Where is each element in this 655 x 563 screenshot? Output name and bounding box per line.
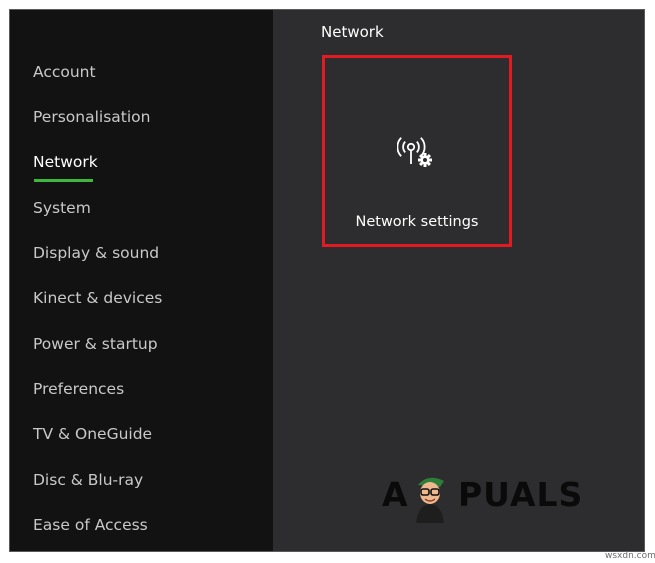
sidebar-item-account[interactable]: Account: [33, 62, 96, 82]
sidebar-item-disc-bluray[interactable]: Disc & Blu-ray: [33, 470, 143, 490]
sidebar-item-kinect-devices[interactable]: Kinect & devices: [33, 288, 162, 308]
mascot-icon: [416, 477, 444, 523]
active-tab-indicator: [34, 179, 93, 182]
sidebar-item-personalisation[interactable]: Personalisation: [33, 107, 150, 127]
page-title: Network: [321, 23, 384, 41]
sidebar-item-power-startup[interactable]: Power & startup: [33, 334, 158, 354]
network-settings-tile[interactable]: Network settings: [322, 55, 512, 247]
appuals-watermark: A PUALS: [382, 465, 597, 529]
sidebar-item-tv-oneguide[interactable]: TV & OneGuide: [33, 424, 152, 444]
sidebar-item-display-sound[interactable]: Display & sound: [33, 243, 159, 263]
settings-window: Account Personalisation Network System D…: [9, 9, 645, 552]
sidebar-item-preferences[interactable]: Preferences: [33, 379, 124, 399]
network-antenna-gear-icon: [397, 137, 432, 167]
source-label: wsxdn.com: [605, 551, 655, 561]
sidebar-item-ease-of-access[interactable]: Ease of Access: [33, 515, 148, 535]
sidebar-item-system[interactable]: System: [33, 198, 91, 218]
watermark-text-left: A: [382, 475, 409, 514]
sidebar-item-network[interactable]: Network: [33, 152, 98, 172]
network-settings-label: Network settings: [355, 214, 479, 230]
watermark-text-right: PUALS: [458, 475, 584, 514]
sidebar: Account Personalisation Network System D…: [10, 10, 273, 551]
